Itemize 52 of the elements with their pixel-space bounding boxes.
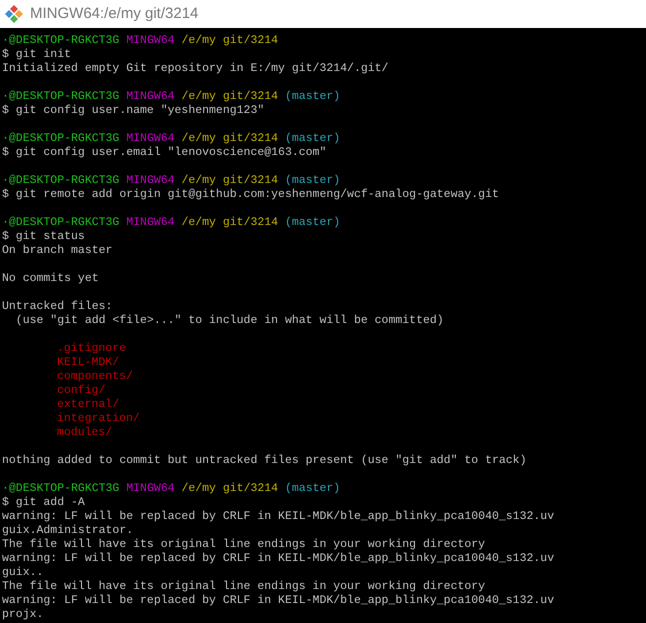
output-line: guix.Administrator. [2, 524, 134, 537]
output-line: Untracked files: [2, 300, 112, 313]
branch-label: (master) [284, 90, 340, 103]
command-line: $ git remote add origin git@github.com:yeshenmeng/wcf-analog-gateway.git [2, 188, 499, 201]
system-label: MINGW64 [126, 34, 175, 47]
branch-label: (master) [284, 174, 340, 187]
output-line: On branch master [2, 244, 112, 257]
output-line: No commits yet [2, 272, 99, 285]
branch-label: (master) [284, 482, 340, 495]
untracked-file: modules/ [57, 426, 112, 439]
path-label: /e/my git/3214 [181, 482, 278, 495]
user-host-label: ·@DESKTOP-RGKCT3G [2, 216, 120, 229]
path-label: /e/my git/3214 [181, 34, 278, 47]
branch-label: (master) [284, 216, 340, 229]
output-line: The file will have its original line endings in your working directory [2, 538, 486, 551]
user-host-label: ·@DESKTOP-RGKCT3G [2, 34, 120, 47]
user-host-label: ·@DESKTOP-RGKCT3G [2, 482, 120, 495]
output-line: warning: LF will be replaced by CRLF in KEIL-MDK/ble_app_blinky_pca10040_s132.uv [2, 594, 554, 607]
system-label: MINGW64 [126, 482, 175, 495]
command-line: $ git config user.email "lenovoscience@163.com" [2, 146, 326, 159]
untracked-file: external/ [57, 398, 120, 411]
user-host-label: ·@DESKTOP-RGKCT3G [2, 174, 120, 187]
system-label: MINGW64 [126, 174, 175, 187]
path-label: /e/my git/3214 [181, 216, 278, 229]
diamond-logo-icon [4, 4, 24, 24]
output-line: nothing added to commit but untracked files present (use "git add" to track) [2, 454, 526, 467]
output-line: The file will have its original line endings in your working directory [2, 580, 486, 593]
output-line: (use "git add <file>..." to include in what will be committed) [14, 314, 444, 327]
path-label: /e/my git/3214 [181, 132, 278, 145]
output-line: guix.. [2, 566, 44, 579]
untracked-file: .gitignore [57, 342, 126, 355]
output-line: projx. [2, 608, 44, 621]
command-line: $ git init [2, 48, 72, 61]
path-label: /e/my git/3214 [181, 90, 278, 103]
command-line: $ git status [2, 230, 85, 243]
untracked-file: config/ [57, 384, 106, 397]
branch-label: (master) [284, 132, 340, 145]
system-label: MINGW64 [126, 90, 175, 103]
user-host-label: ·@DESKTOP-RGKCT3G [2, 90, 120, 103]
output-line: warning: LF will be replaced by CRLF in KEIL-MDK/ble_app_blinky_pca10040_s132.uv [2, 552, 554, 565]
untracked-file: KEIL-MDK/ [57, 356, 120, 369]
system-label: MINGW64 [126, 216, 175, 229]
command-line: $ git config user.name "yeshenmeng123" [2, 104, 264, 117]
output-line: warning: LF will be replaced by CRLF in KEIL-MDK/ble_app_blinky_pca10040_s132.uv [2, 510, 554, 523]
path-label: /e/my git/3214 [181, 174, 278, 187]
user-host-label: ·@DESKTOP-RGKCT3G [2, 132, 120, 145]
untracked-file: integration/ [57, 412, 140, 425]
output-line: Initialized empty Git repository in E:/my git/3214/.git/ [2, 62, 388, 75]
window-title: MINGW64:/e/my git/3214 [30, 4, 198, 24]
command-line: $ git add -A [2, 496, 85, 509]
untracked-file: components/ [57, 370, 133, 383]
system-label: MINGW64 [126, 132, 175, 145]
